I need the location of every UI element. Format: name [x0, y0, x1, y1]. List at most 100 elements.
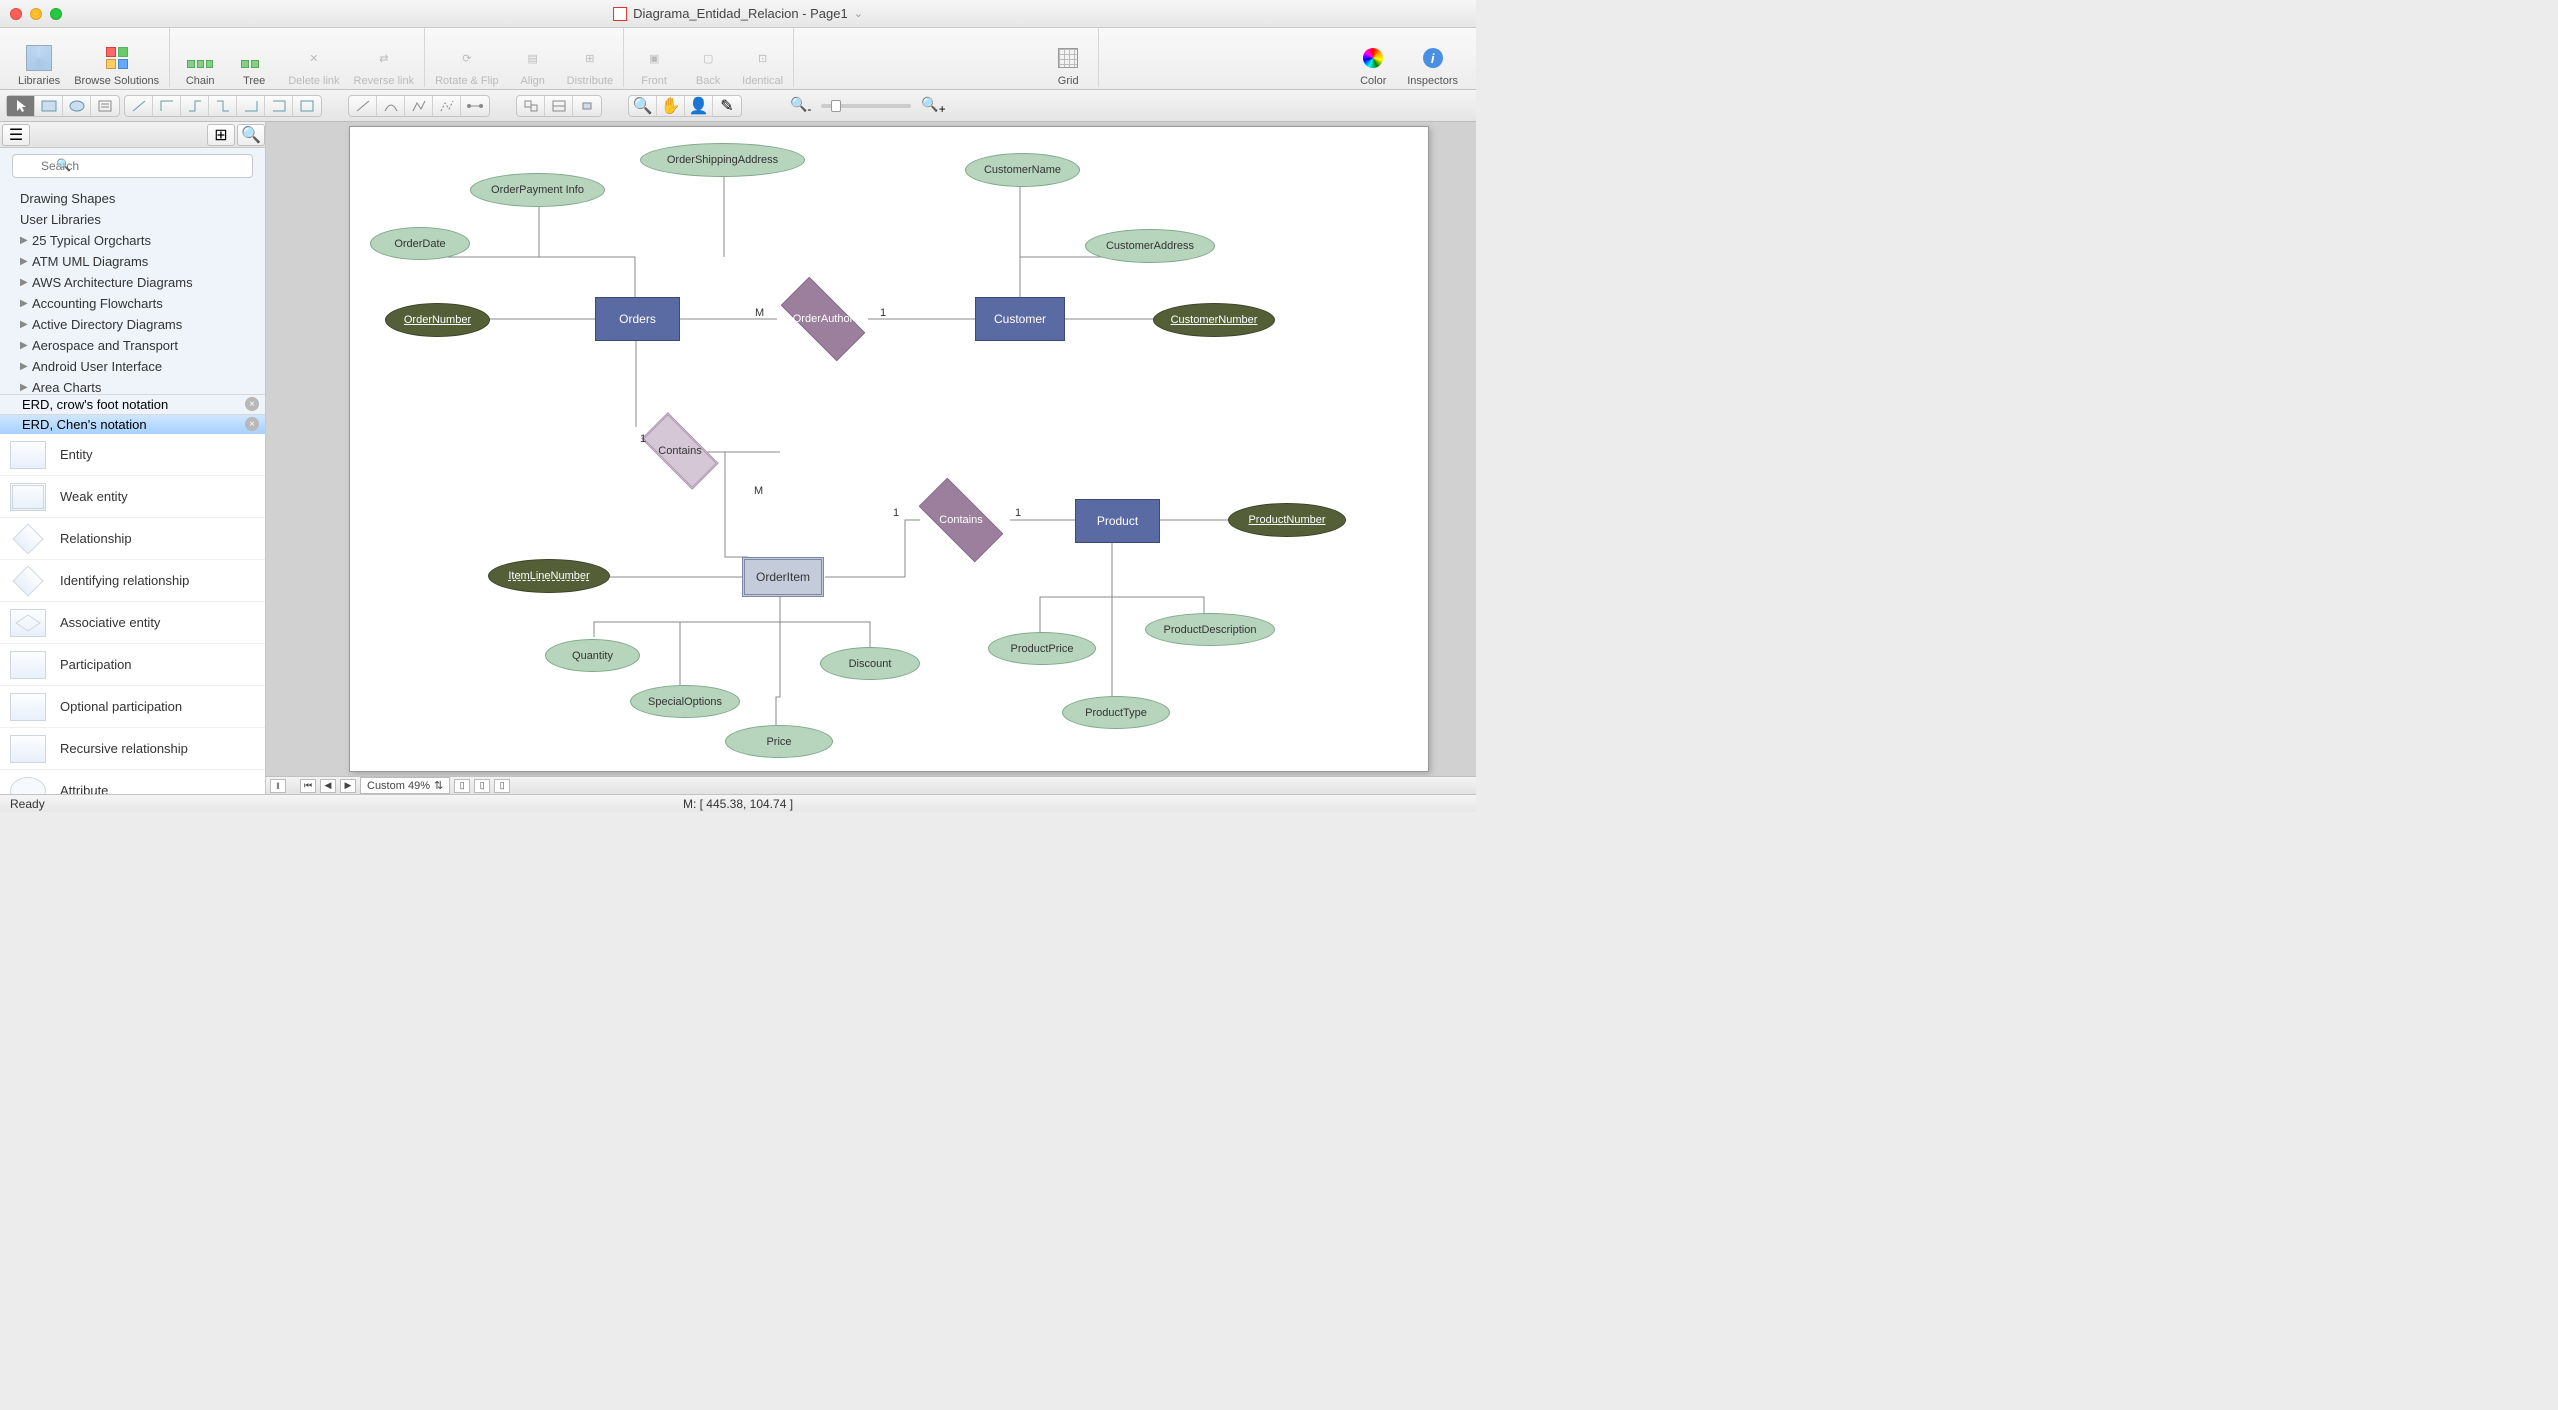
connector-5[interactable] [237, 96, 265, 116]
pencil-tool[interactable]: ✎ [713, 96, 741, 116]
view-mode-2[interactable]: ▯ [474, 779, 490, 793]
lib-active-directory[interactable]: ▶Active Directory Diagrams [0, 314, 265, 335]
attr-price[interactable]: Price [725, 725, 833, 758]
stencil-identifying[interactable]: Identifying relationship [0, 560, 265, 602]
stencil-weak-entity[interactable]: Weak entity [0, 476, 265, 518]
line-3[interactable] [405, 96, 433, 116]
zoom-combo[interactable]: Custom 49%⇅ [360, 777, 450, 794]
search-toggle[interactable]: 🔍 [237, 124, 265, 146]
lib-drawing-shapes[interactable]: Drawing Shapes [0, 188, 265, 209]
rel-orderauthor[interactable]: OrderAuthor [768, 291, 878, 347]
connector-6[interactable] [265, 96, 293, 116]
stencil-relationship[interactable]: Relationship [0, 518, 265, 560]
attr-productprice[interactable]: ProductPrice [988, 632, 1096, 665]
text-tool[interactable] [91, 96, 119, 116]
browse-solutions-button[interactable]: Browse Solutions [74, 43, 159, 87]
attr-discount[interactable]: Discount [820, 647, 920, 680]
connector-3[interactable] [181, 96, 209, 116]
libraries-button[interactable]: Libraries [18, 43, 60, 87]
attr-producttype[interactable]: ProductType [1062, 696, 1170, 729]
lib-area-charts[interactable]: ▶Area Charts [0, 377, 265, 394]
attr-customernumber[interactable]: CustomerNumber [1153, 303, 1275, 337]
attr-productnumber[interactable]: ProductNumber [1228, 503, 1346, 537]
close-icon[interactable]: × [245, 417, 259, 431]
user-tool[interactable]: 👤 [685, 96, 713, 116]
attr-orderdate[interactable]: OrderDate [370, 227, 470, 260]
stencil-entity[interactable]: Entity [0, 434, 265, 476]
stencil-list[interactable]: Entity Weak entity Relationship Identify… [0, 434, 265, 794]
chain-button[interactable]: Chain [180, 43, 220, 87]
library-list[interactable]: Drawing Shapes User Libraries ▶25 Typica… [0, 184, 265, 394]
entity-orders[interactable]: Orders [595, 297, 680, 341]
stencil-optional[interactable]: Optional participation [0, 686, 265, 728]
pan-tool[interactable]: ✋ [657, 96, 685, 116]
color-button[interactable]: Color [1353, 43, 1393, 87]
maximize-icon[interactable] [50, 8, 62, 20]
page-prev[interactable]: ◀ [320, 779, 336, 793]
connector-1[interactable] [125, 96, 153, 116]
lib-aerospace[interactable]: ▶Aerospace and Transport [0, 335, 265, 356]
diagram-page[interactable]: Orders Customer Product OrderItem OrderA… [349, 126, 1429, 772]
attr-quantity[interactable]: Quantity [545, 639, 640, 672]
attr-label: OrderDate [394, 238, 445, 250]
group-1[interactable] [517, 96, 545, 116]
attr-itemlinenumber[interactable]: ItemLineNumber [488, 559, 610, 593]
lib-accounting[interactable]: ▶Accounting Flowcharts [0, 293, 265, 314]
zoom-thumb[interactable] [831, 100, 841, 112]
attr-ordershipping[interactable]: OrderShippingAddress [640, 143, 805, 177]
line-5[interactable] [461, 96, 489, 116]
entity-product[interactable]: Product [1075, 499, 1160, 543]
collapse-panel[interactable]: ‖ [270, 779, 286, 793]
rel-contains-2[interactable]: Contains [906, 492, 1016, 548]
page-next[interactable]: ▶ [340, 779, 356, 793]
stencil-recursive[interactable]: Recursive relationship [0, 728, 265, 770]
line-4[interactable] [433, 96, 461, 116]
attr-customername[interactable]: CustomerName [965, 153, 1080, 187]
ellipse-tool[interactable] [63, 96, 91, 116]
connector-4[interactable] [209, 96, 237, 116]
group-2[interactable] [545, 96, 573, 116]
group-3[interactable] [573, 96, 601, 116]
view-mode-1[interactable]: ▯ [454, 779, 470, 793]
zoom-tool[interactable]: 🔍 [629, 96, 657, 116]
line-2[interactable] [377, 96, 405, 116]
line-1[interactable] [349, 96, 377, 116]
minimize-icon[interactable] [30, 8, 42, 20]
close-icon[interactable] [10, 8, 22, 20]
entity-customer[interactable]: Customer [975, 297, 1065, 341]
view-mode-3[interactable]: ▯ [494, 779, 510, 793]
tree-view-toggle[interactable]: ☰ [2, 124, 30, 146]
canvas-scroll[interactable]: Orders Customer Product OrderItem OrderA… [266, 122, 1476, 776]
tree-button[interactable]: Tree [234, 43, 274, 87]
grid-button[interactable]: Grid [1048, 43, 1088, 87]
attr-orderpayment[interactable]: OrderPayment Info [470, 173, 605, 207]
stencil-attribute[interactable]: Attribute [0, 770, 265, 794]
attr-customeraddress[interactable]: CustomerAddress [1085, 229, 1215, 263]
stencil-participation[interactable]: Participation [0, 644, 265, 686]
zoom-in-button[interactable]: 🔍+ [921, 96, 945, 116]
page-first[interactable]: ⏮ [300, 779, 316, 793]
connector-7[interactable] [293, 96, 321, 116]
lib-android[interactable]: ▶Android User Interface [0, 356, 265, 377]
tab-chen[interactable]: ERD, Chen's notation× [0, 414, 265, 434]
lib-orgcharts[interactable]: ▶25 Typical Orgcharts [0, 230, 265, 251]
lib-aws[interactable]: ▶AWS Architecture Diagrams [0, 272, 265, 293]
stencil-associative[interactable]: Associative entity [0, 602, 265, 644]
zoom-out-button[interactable]: 🔍- [790, 96, 811, 116]
entity-orderitem[interactable]: OrderItem [742, 557, 824, 597]
tab-crows-foot[interactable]: ERD, crow's foot notation× [0, 394, 265, 414]
chevron-down-icon[interactable]: ⌄ [854, 7, 863, 20]
attr-ordernumber[interactable]: OrderNumber [385, 303, 490, 337]
lib-atm-uml[interactable]: ▶ATM UML Diagrams [0, 251, 265, 272]
attr-specialoptions[interactable]: SpecialOptions [630, 685, 740, 718]
inspectors-button[interactable]: iInspectors [1407, 43, 1458, 87]
rect-tool[interactable] [35, 96, 63, 116]
pointer-tool[interactable] [7, 96, 35, 116]
connector-2[interactable] [153, 96, 181, 116]
attr-productdesc[interactable]: ProductDescription [1145, 613, 1275, 646]
grid-view-toggle[interactable]: ⊞ [207, 124, 235, 146]
search-input[interactable] [12, 154, 253, 178]
close-icon[interactable]: × [245, 397, 259, 411]
zoom-slider[interactable] [821, 104, 911, 108]
lib-user-libraries[interactable]: User Libraries [0, 209, 265, 230]
